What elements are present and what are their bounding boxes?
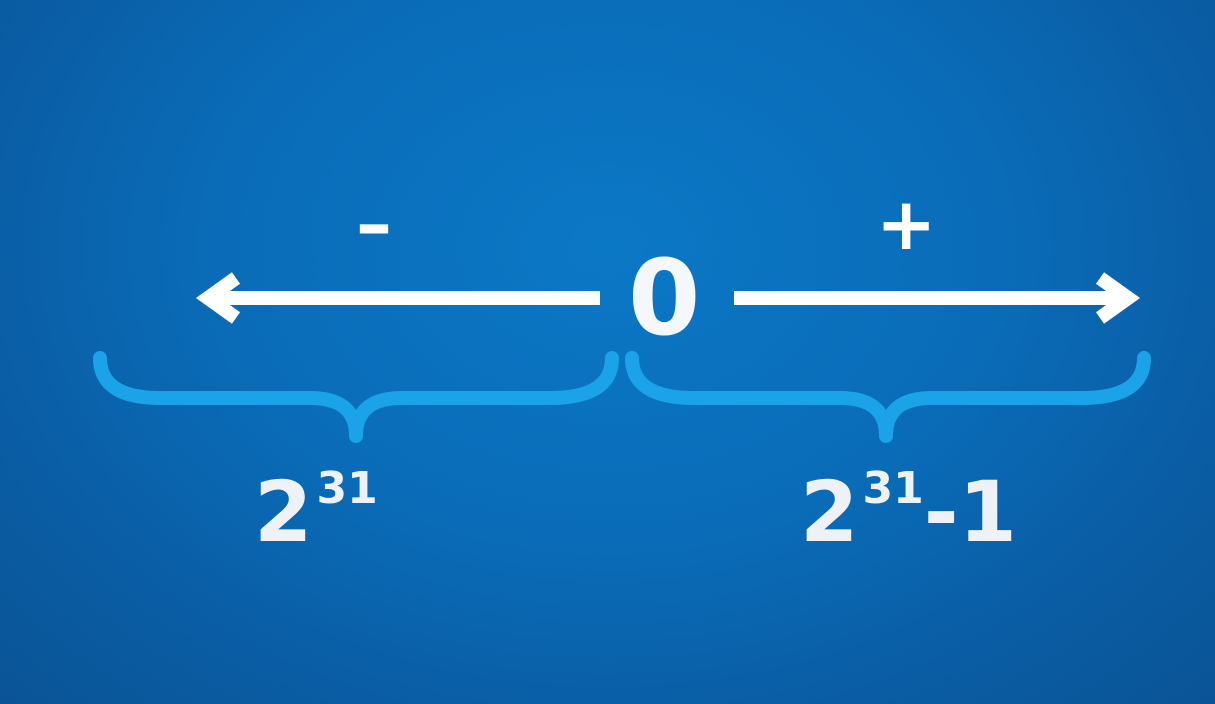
left-brace — [93, 351, 619, 443]
negative-sign: – — [356, 182, 392, 266]
right-arrow — [734, 272, 1141, 324]
positive-count-exponent: 31 — [862, 463, 924, 514]
negative-count-base: 2 — [254, 463, 313, 561]
positive-count-base: 2 — [800, 463, 859, 561]
left-arrow — [195, 272, 600, 324]
positive-sign: + — [876, 182, 937, 266]
right-brace — [625, 351, 1151, 443]
number-line-graphic — [93, 272, 1151, 443]
number-line-diagram: 0 – + 231 231-1 — [0, 0, 1215, 704]
positive-range-count: 231-1 — [800, 467, 1017, 555]
zero-label: 0 — [628, 237, 701, 359]
positive-count-suffix: -1 — [923, 463, 1017, 561]
negative-count-exponent: 31 — [316, 463, 378, 514]
negative-range-count: 231 — [254, 467, 378, 555]
